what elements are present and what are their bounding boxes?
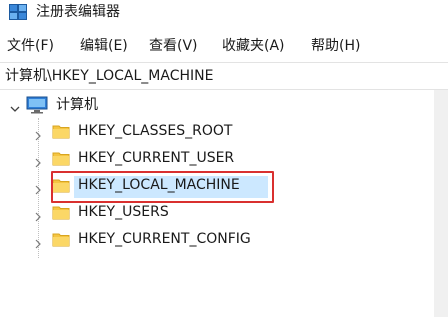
tree-root-label[interactable]: 计算机: [56, 95, 98, 115]
computer-icon: [26, 96, 48, 114]
chevron-right-icon[interactable]: [32, 127, 44, 141]
menu-file[interactable]: 文件(F): [7, 34, 54, 58]
tree-item-label[interactable]: HKEY_CURRENT_USER: [78, 148, 234, 168]
chevron-right-icon[interactable]: [32, 235, 44, 249]
registry-editor-window: 注册表编辑器 文件(F) 编辑(E) 查看(V) 收藏夹(A) 帮助(H) 计算…: [0, 0, 448, 317]
folder-icon: [52, 123, 70, 139]
address-bar[interactable]: 计算机\HKEY_LOCAL_MACHINE: [0, 62, 448, 90]
chevron-right-icon[interactable]: [32, 208, 44, 222]
tree-item-label[interactable]: HKEY_CLASSES_ROOT: [78, 121, 232, 141]
chevron-right-icon[interactable]: [32, 181, 44, 195]
tree-item-label[interactable]: HKEY_CURRENT_CONFIG: [78, 229, 251, 249]
scrollbar-track[interactable]: [436, 94, 446, 314]
registry-editor-icon: [9, 4, 27, 20]
folder-icon: [52, 231, 70, 247]
folder-icon: [52, 204, 70, 220]
folder-icon: [52, 150, 70, 166]
title-bar[interactable]: 注册表编辑器: [0, 0, 448, 28]
chevron-down-icon[interactable]: [9, 100, 21, 112]
vertical-scrollbar[interactable]: [434, 90, 448, 317]
menu-edit[interactable]: 编辑(E): [80, 34, 128, 58]
menu-view[interactable]: 查看(V): [149, 34, 198, 58]
menu-bar: 文件(F) 编辑(E) 查看(V) 收藏夹(A) 帮助(H): [0, 34, 448, 58]
chevron-right-icon[interactable]: [32, 154, 44, 168]
annotation-highlight-box: [51, 171, 274, 203]
address-path[interactable]: 计算机\HKEY_LOCAL_MACHINE: [5, 66, 213, 86]
tree-item-label[interactable]: HKEY_USERS: [78, 202, 169, 222]
menu-help[interactable]: 帮助(H): [311, 34, 360, 58]
window-title: 注册表编辑器: [36, 4, 120, 20]
menu-favorites[interactable]: 收藏夹(A): [222, 34, 285, 58]
